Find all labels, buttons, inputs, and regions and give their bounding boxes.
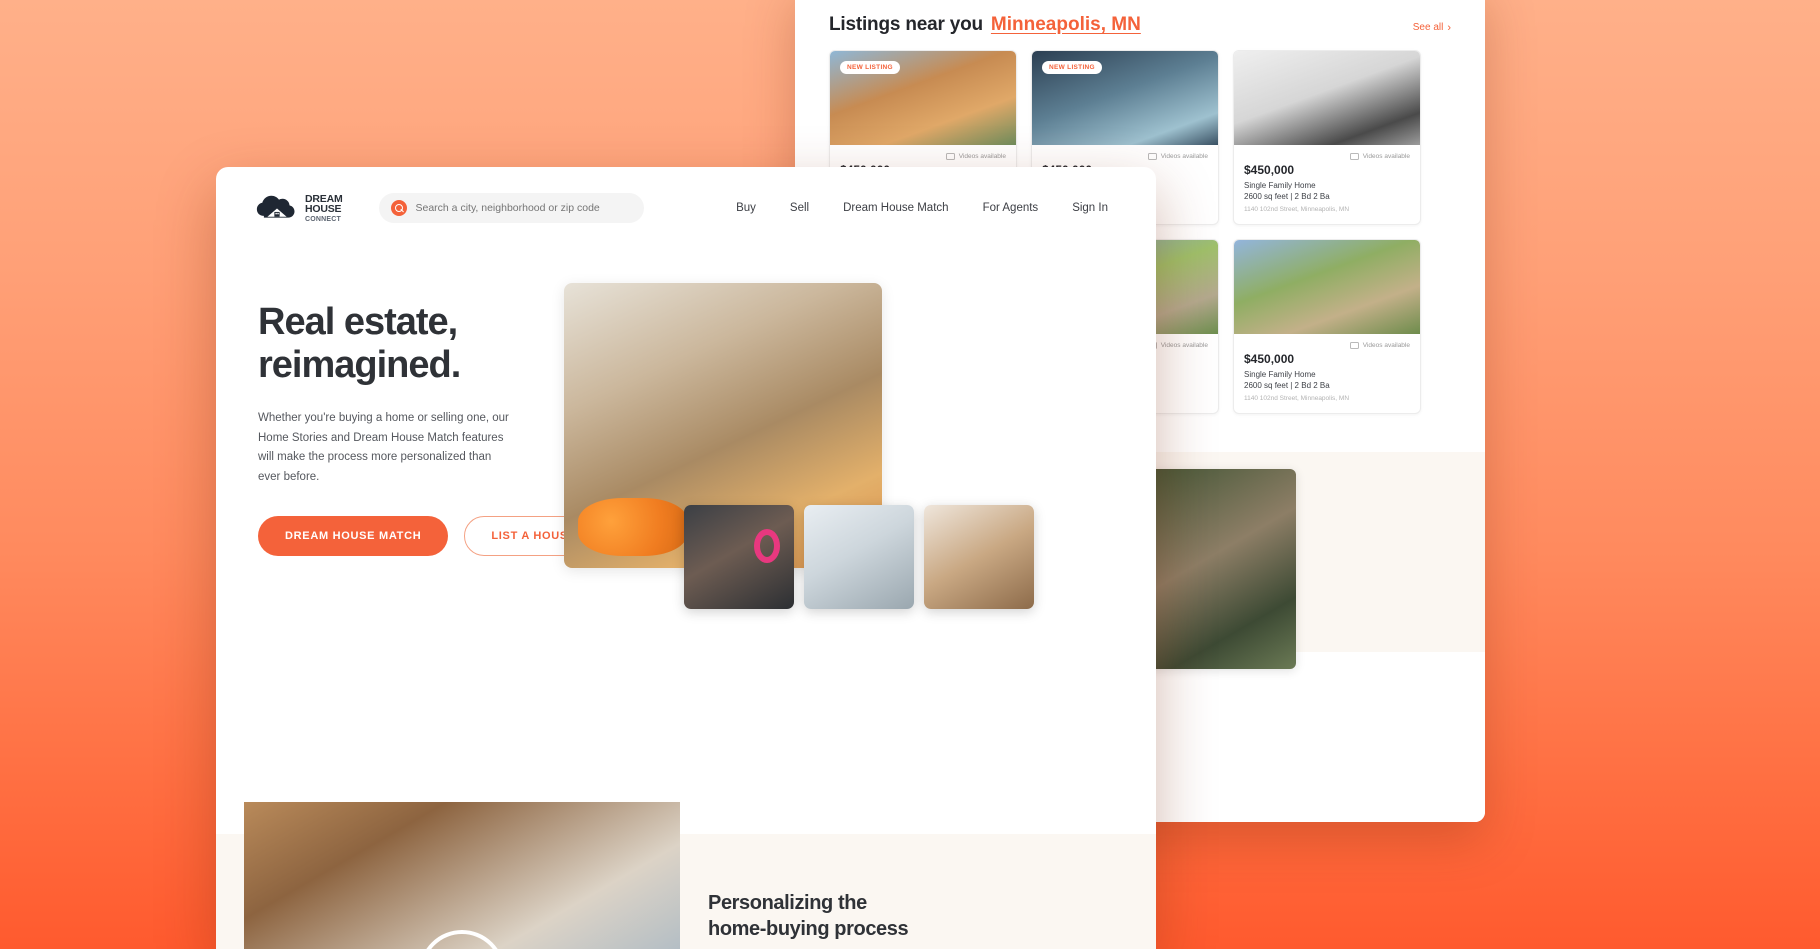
video-heading-line-2: home-buying process (708, 917, 909, 940)
listing-price: $450,000 (1244, 352, 1295, 366)
hero-section: Real estate, reimagined. Whether you're … (216, 223, 1156, 609)
cloud-house-logo-icon (256, 195, 295, 218)
video-thumbnail[interactable] (244, 802, 680, 949)
listing-address: 1140 102nd Street, Minneapolis, MN (1244, 206, 1350, 213)
listing-price: $450,000 (1244, 163, 1295, 177)
listing-photo: NEW LISTING (1032, 51, 1218, 145)
hero-heading-line-1: Real estate, (258, 301, 458, 343)
videos-label: Videos available (1160, 153, 1208, 160)
listing-specs: 2600 sq feet | 2 Bd 2 Ba (1244, 192, 1330, 201)
video-icon (1147, 153, 1157, 160)
main-navigation: Buy Sell Dream House Match For Agents Si… (736, 202, 1116, 214)
dream-house-match-button[interactable]: DREAM HOUSE MATCH (258, 515, 449, 556)
hero-photo-thumb-3 (924, 505, 1034, 609)
foreground-homepage-window: DREAM HOUSE CONNECT Buy Sell Dream House… (216, 167, 1156, 949)
listing-address: 1140 102nd Street, Minneapolis, MN (1244, 395, 1350, 402)
listing-meta: Videos available $450,000 Single Family … (1234, 145, 1420, 224)
logo[interactable]: DREAM HOUSE CONNECT (256, 193, 343, 223)
listing-photo (1234, 240, 1420, 334)
videos-label: Videos available (1362, 153, 1410, 160)
listings-header: Listings near you Minneapolis, MN See al… (795, 0, 1485, 36)
hero-paragraph: Whether you're buying a home or selling … (258, 411, 509, 484)
hero-heading-line-2: reimagined. (258, 343, 461, 386)
videos-label: Videos available (1160, 342, 1208, 349)
listing-card[interactable]: Videos available $450,000 Single Family … (1233, 239, 1421, 414)
listings-city-link[interactable]: Minneapolis, MN (991, 14, 1141, 36)
video-icon (1349, 153, 1359, 160)
video-heading: Personalizing the home-buying process (708, 891, 1018, 942)
nav-item-for-agents[interactable]: For Agents (983, 202, 1039, 214)
logo-line-3: CONNECT (305, 215, 342, 223)
listing-type: Single Family Home (1244, 370, 1316, 379)
search-icon (390, 200, 407, 216)
logo-wordmark: DREAM HOUSE CONNECT (305, 193, 343, 223)
video-heading-line-1: Personalizing the (708, 892, 867, 914)
nav-item-sign-in[interactable]: Sign In (1072, 202, 1108, 214)
nav-item-dream-house-match[interactable]: Dream House Match (843, 202, 948, 214)
site-header: DREAM HOUSE CONNECT Buy Sell Dream House… (216, 167, 1156, 223)
see-all-label: See all (1412, 22, 1444, 33)
search-input[interactable] (415, 202, 632, 214)
hero-photo-thumb-1 (684, 505, 794, 609)
videos-available: Videos available (1244, 153, 1410, 160)
listing-specs: 2600 sq feet | 2 Bd 2 Ba (1244, 381, 1330, 390)
hero-photo-thumb-2 (804, 505, 914, 609)
videos-available: Videos available (840, 153, 1006, 160)
new-listing-badge: NEW LISTING (1042, 61, 1102, 74)
videos-label: Videos available (1362, 342, 1410, 349)
videos-label: Videos available (958, 153, 1006, 160)
listings-title: Listings near you (829, 14, 983, 35)
oranges-decoration (578, 498, 688, 556)
hero-image-collage (564, 283, 1124, 613)
chevron-right-icon: › (1447, 21, 1451, 34)
listing-photo (1234, 51, 1420, 145)
video-copy: Personalizing the home-buying process A … (708, 891, 1018, 949)
video-icon (945, 153, 955, 160)
video-icon (1349, 342, 1359, 349)
listing-type: Single Family Home (1244, 181, 1316, 190)
search-bar[interactable] (378, 193, 644, 223)
listing-photo: NEW LISTING (830, 51, 1016, 145)
video-section: Personalizing the home-buying process A … (216, 802, 1156, 949)
play-icon[interactable] (419, 930, 505, 949)
videos-available: Videos available (1042, 153, 1208, 160)
new-listing-badge: NEW LISTING (840, 61, 900, 74)
listing-card[interactable]: Videos available $450,000 Single Family … (1233, 50, 1421, 225)
nav-item-sell[interactable]: Sell (790, 202, 809, 214)
logo-line-2: HOUSE (305, 203, 342, 215)
nav-item-buy[interactable]: Buy (736, 202, 756, 214)
see-all-link[interactable]: See all › (1413, 22, 1451, 34)
pink-circle-decoration (754, 529, 780, 563)
listing-meta: Videos available $450,000 Single Family … (1234, 334, 1420, 413)
videos-available: Videos available (1244, 342, 1410, 349)
